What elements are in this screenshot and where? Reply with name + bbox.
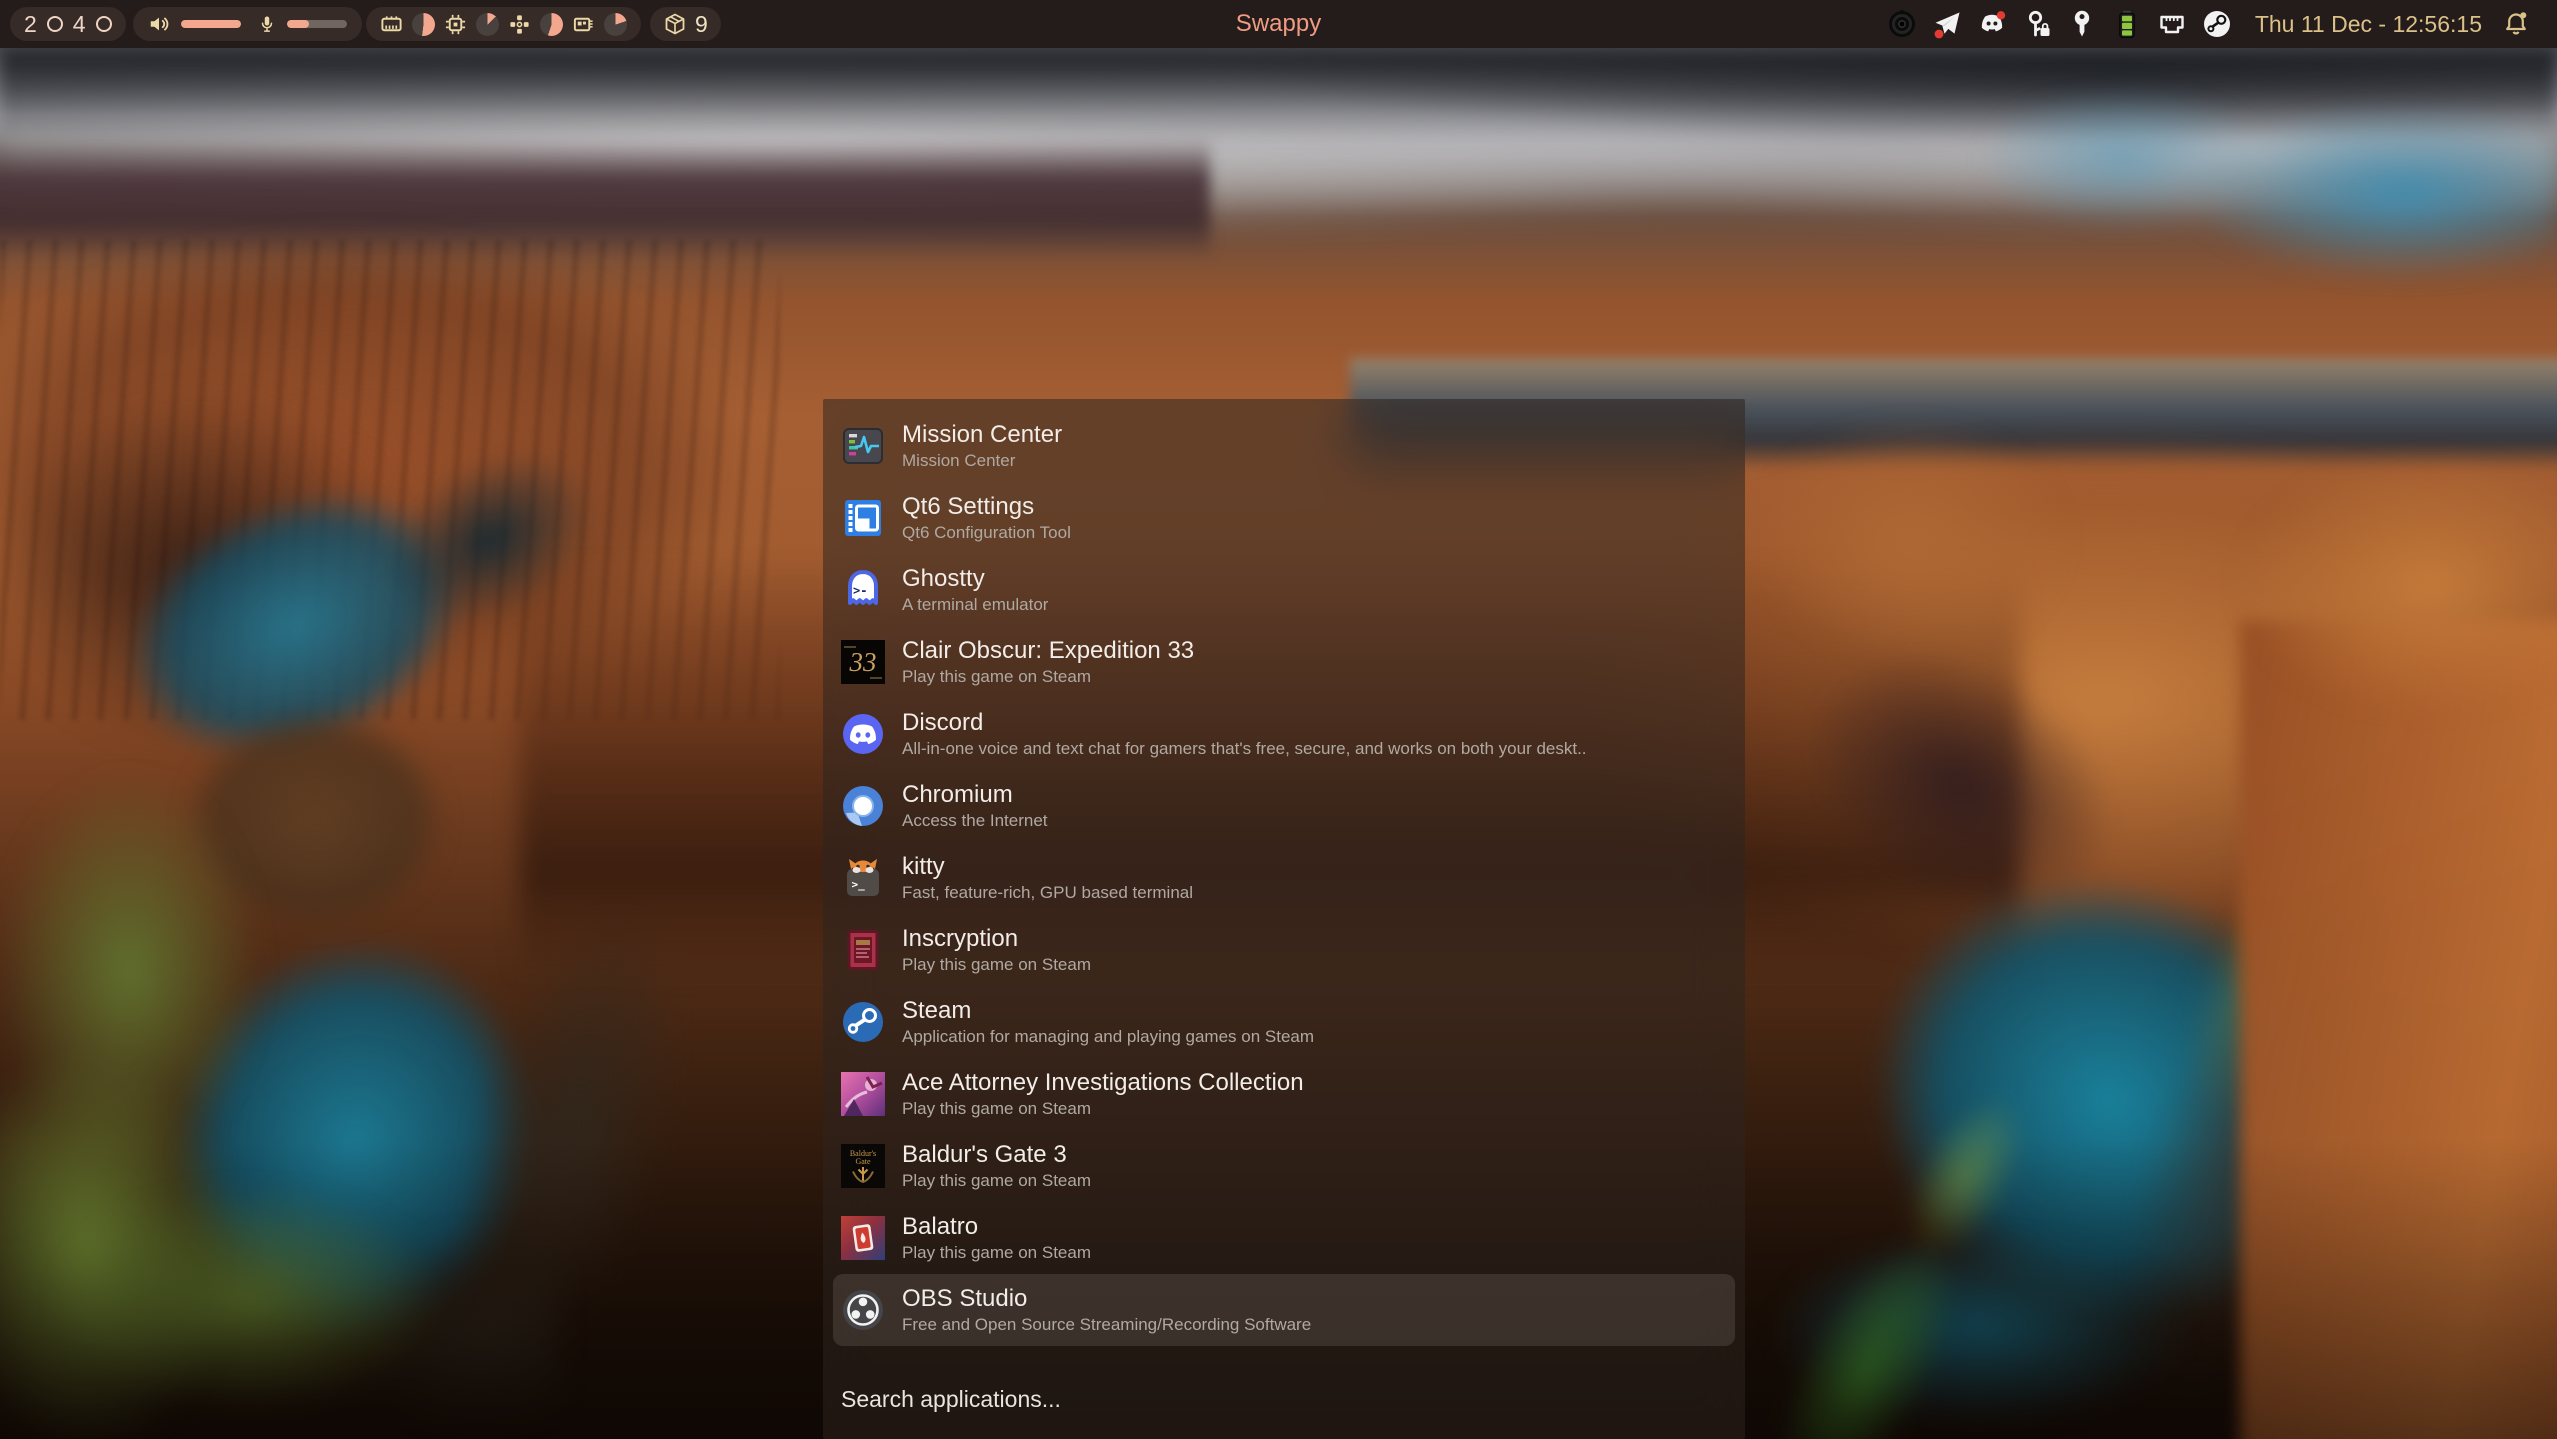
app-description: Play this game on Steam [902, 955, 1091, 975]
workspace-empty-icon[interactable] [47, 16, 63, 32]
app-name: Discord [902, 710, 1587, 736]
mission-center-icon [841, 424, 885, 468]
ace-attorney-icon [841, 1072, 885, 1116]
svg-text:33: 33 [849, 647, 877, 677]
updates-count: 9 [695, 11, 708, 38]
wallpaper-layer [2180, 420, 2557, 750]
audio-pill [133, 7, 362, 41]
steam-tray-icon[interactable] [2202, 9, 2232, 39]
app-description: Play this game on Steam [902, 1243, 1091, 1263]
app-name: kitty [902, 854, 1193, 880]
speaker-icon [148, 13, 170, 35]
cpu-icon [444, 13, 467, 36]
focused-window-title: Swappy [1236, 0, 1321, 48]
usage-pie [604, 13, 627, 36]
ghostty-icon: >- [841, 568, 885, 612]
launcher-item-mission-center[interactable]: Mission Center Mission Center [823, 410, 1745, 482]
launcher-item-balatro[interactable]: Balatro Play this game on Steam [823, 1202, 1745, 1274]
launcher-item-steam[interactable]: Steam Application for managing and playi… [823, 986, 1745, 1058]
application-list: Mission Center Mission Center Qt6 Settin… [823, 410, 1745, 1346]
app-name: Ace Attorney Investigations Collection [902, 1070, 1304, 1096]
system-monitor-pill[interactable] [366, 7, 641, 41]
launcher-item-kitty[interactable]: >_ kitty Fast, feature-rich, GPU based t… [823, 842, 1745, 914]
app-description: Access the Internet [902, 811, 1048, 831]
app-description: Qt6 Configuration Tool [902, 523, 1071, 543]
app-name: Steam [902, 998, 1314, 1024]
launcher-item-inscryption[interactable]: Inscryption Play this game on Steam [823, 914, 1745, 986]
app-name: Baldur's Gate 3 [902, 1142, 1091, 1168]
launcher-item-ace-attorney-investigations-collection[interactable]: Ace Attorney Investigations Collection P… [823, 1058, 1745, 1130]
launcher-item-qt6-settings[interactable]: Qt6 Settings Qt6 Configuration Tool [823, 482, 1745, 554]
keepassxc-icon[interactable] [2022, 9, 2052, 39]
wallpaper-layer [1857, 90, 2557, 320]
svg-text:Gate: Gate [855, 1157, 871, 1166]
volume-slider[interactable] [181, 20, 241, 28]
launcher-item-ghostty[interactable]: >- Ghostty A terminal emulator [823, 554, 1745, 626]
app-description: Application for managing and playing gam… [902, 1027, 1314, 1047]
steelseries-icon[interactable] [1887, 9, 1917, 39]
app-description: Play this game on Steam [902, 1171, 1091, 1191]
mic-slider[interactable] [287, 20, 347, 28]
workspace-indicator[interactable]: 24 [10, 7, 126, 41]
launcher-item-obs-studio[interactable]: OBS Studio Free and Open Source Streamin… [833, 1274, 1735, 1346]
qt6-settings-icon [841, 496, 885, 540]
workspace-empty-icon[interactable] [96, 16, 112, 32]
steam-app-icon [841, 1000, 885, 1044]
battery-icon[interactable] [2112, 9, 2142, 39]
app-name: Ghostty [902, 566, 1048, 592]
workspace-number[interactable]: 4 [73, 7, 86, 41]
obs-icon [841, 1288, 885, 1332]
clock[interactable]: Thu 11 Dec - 12:56:15 [2255, 11, 2482, 38]
svg-text:>-: >- [853, 584, 867, 598]
discord-tray-icon[interactable] [1977, 9, 2007, 39]
app-name: Mission Center [902, 422, 1062, 448]
app-name: Clair Obscur: Expedition 33 [902, 638, 1194, 664]
system-tray: Thu 11 Dec - 12:56:15 [1887, 0, 2531, 48]
app-description: Play this game on Steam [902, 667, 1194, 687]
balatro-icon [841, 1216, 885, 1260]
usage-pie [540, 13, 563, 36]
app-name: Qt6 Settings [902, 494, 1071, 520]
top-bar: 24 9 Swappy Thu 11 Dec - 12:56:15 [0, 0, 2557, 48]
app-description: Play this game on Steam [902, 1099, 1304, 1119]
app-description: All-in-one voice and text chat for gamer… [902, 739, 1587, 759]
usage-pie [412, 13, 435, 36]
bell-icon[interactable] [2501, 9, 2531, 39]
app-description: A terminal emulator [902, 595, 1048, 615]
app-description: Fast, feature-rich, GPU based terminal [902, 883, 1193, 903]
launcher-item-clair-obscur-expedition-33[interactable]: 33 Clair Obscur: Expedition 33 Play this… [823, 626, 1745, 698]
microphone-icon [258, 12, 276, 36]
ethernet-icon[interactable] [2157, 9, 2187, 39]
app-description: Free and Open Source Streaming/Recording… [902, 1315, 1311, 1335]
app-description: Mission Center [902, 451, 1062, 471]
app-name: Inscryption [902, 926, 1091, 952]
app-name: OBS Studio [902, 1286, 1311, 1312]
baldurs-gate-3-icon: Baldur'sGate [841, 1144, 885, 1188]
discord-app-icon [841, 712, 885, 756]
application-launcher: Mission Center Mission Center Qt6 Settin… [823, 399, 1745, 1439]
updates-pill[interactable]: 9 [650, 7, 721, 41]
gpu-icon [508, 13, 531, 36]
memory-icon [380, 13, 403, 36]
app-name: Chromium [902, 782, 1048, 808]
launcher-item-discord[interactable]: Discord All-in-one voice and text chat f… [823, 698, 1745, 770]
svg-text:>_: >_ [852, 878, 866, 891]
launcher-item-chromium[interactable]: Chromium Access the Internet [823, 770, 1745, 842]
launcher-item-baldur-s-gate-3[interactable]: Baldur'sGate Baldur's Gate 3 Play this g… [823, 1130, 1745, 1202]
kitty-icon: >_ [841, 856, 885, 900]
workspace-number[interactable]: 2 [24, 7, 37, 41]
package-icon [663, 12, 687, 36]
usage-pie [476, 13, 499, 36]
key-icon[interactable] [2067, 9, 2097, 39]
app-name: Balatro [902, 1214, 1091, 1240]
telegram-icon[interactable] [1932, 9, 1962, 39]
chromium-icon [841, 784, 885, 828]
search-input[interactable]: Search applications... [841, 1386, 1061, 1413]
clair-obscur-icon: 33 [841, 640, 885, 684]
card-icon [572, 13, 595, 36]
inscryption-icon [841, 928, 885, 972]
